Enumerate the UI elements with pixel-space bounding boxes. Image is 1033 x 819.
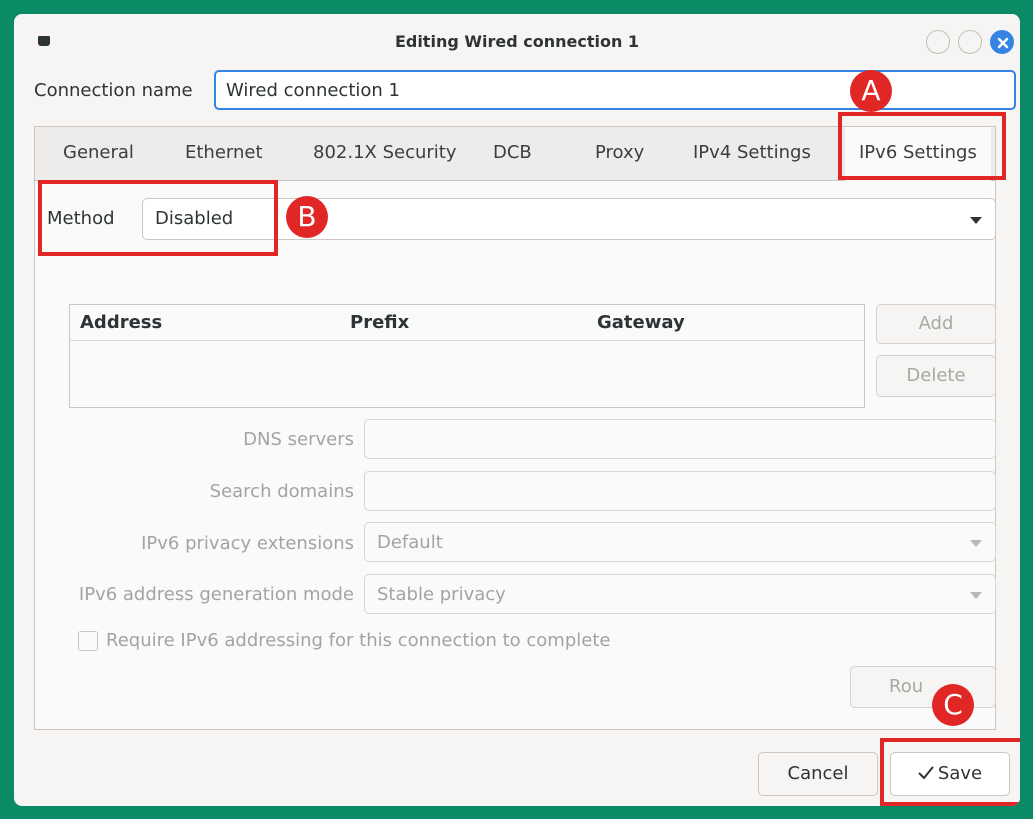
column-address[interactable]: Address <box>80 312 162 333</box>
require-ipv6-checkbox[interactable] <box>78 631 98 651</box>
close-icon <box>997 37 1009 49</box>
search-domains-input[interactable] <box>364 471 996 511</box>
address-generation-mode-value: Stable privacy <box>377 584 506 605</box>
privacy-extensions-dropdown[interactable]: Default <box>364 522 996 562</box>
tab-ipv4-settings[interactable]: IPv4 Settings <box>693 142 811 163</box>
address-table[interactable]: Address Prefix Gateway <box>69 304 865 408</box>
dropdown-arrow-icon <box>970 540 982 547</box>
annotation-badge-b: B <box>286 196 328 238</box>
tab-ethernet[interactable]: Ethernet <box>185 142 263 163</box>
connection-name-input[interactable] <box>214 70 1016 110</box>
minimize-button[interactable] <box>926 30 950 54</box>
require-ipv6-label[interactable]: Require IPv6 addressing for this connect… <box>106 630 610 651</box>
dns-servers-label: DNS servers <box>243 429 354 450</box>
delete-address-button[interactable]: Delete <box>876 355 996 397</box>
dropdown-arrow-icon <box>970 217 982 224</box>
search-domains-label: Search domains <box>209 481 354 502</box>
privacy-extensions-label: IPv6 privacy extensions <box>141 533 354 554</box>
dialog-window: Editing Wired connection 1 Connection na… <box>14 14 1020 806</box>
maximize-button[interactable] <box>958 30 982 54</box>
address-generation-mode-dropdown[interactable]: Stable privacy <box>364 574 996 614</box>
annotation-badge-a: A <box>850 70 892 112</box>
annotation-box-a <box>838 112 1006 180</box>
address-generation-mode-label: IPv6 address generation mode <box>78 584 354 605</box>
connection-name-label: Connection name <box>34 80 193 101</box>
close-button[interactable] <box>990 30 1014 54</box>
tab-proxy[interactable]: Proxy <box>595 142 644 163</box>
dropdown-arrow-icon <box>970 592 982 599</box>
address-table-header: Address Prefix Gateway <box>70 305 864 341</box>
column-prefix[interactable]: Prefix <box>350 312 409 333</box>
tab-dcb[interactable]: DCB <box>493 142 532 163</box>
add-address-button[interactable]: Add <box>876 304 996 344</box>
annotation-badge-c: C <box>932 684 974 726</box>
tab-802-1x-security[interactable]: 802.1X Security <box>313 142 457 163</box>
window-title: Editing Wired connection 1 <box>394 32 640 51</box>
column-gateway[interactable]: Gateway <box>597 312 685 333</box>
annotation-box-c <box>880 738 1020 806</box>
tab-general[interactable]: General <box>63 142 134 163</box>
routes-button[interactable]: Rou <box>850 666 996 708</box>
title-bar: Editing Wired connection 1 <box>14 14 1020 70</box>
annotation-box-b <box>38 180 278 256</box>
cancel-button[interactable]: Cancel <box>758 752 878 796</box>
privacy-extensions-value: Default <box>377 532 443 553</box>
dns-servers-input[interactable] <box>364 419 996 459</box>
